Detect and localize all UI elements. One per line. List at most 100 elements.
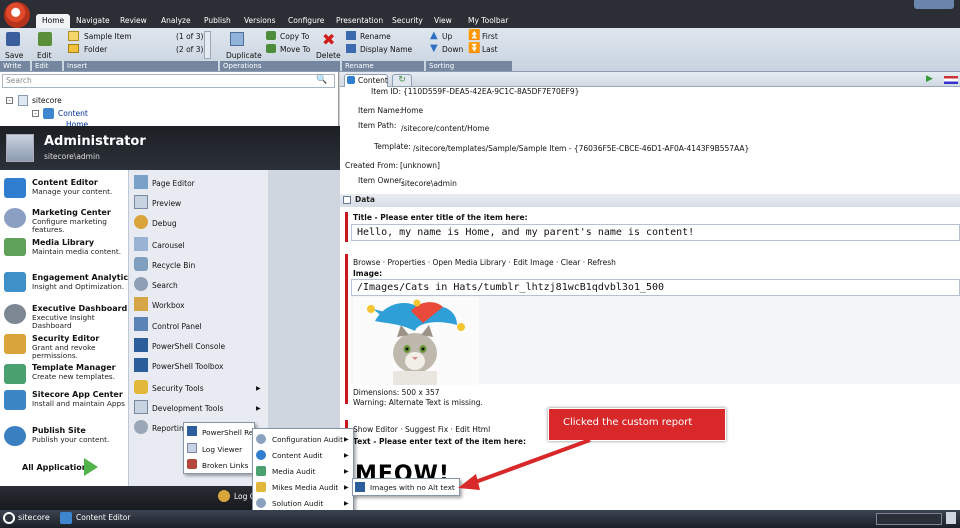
template-value[interactable]: /sitecore/templates/Sample/Sample Item -… [413, 144, 749, 153]
duplicate-button[interactable]: Duplicate [226, 51, 262, 60]
tab-my-toolbar[interactable]: My Toolbar [462, 14, 514, 28]
tree-node-sitecore[interactable]: sitecore [32, 96, 62, 105]
tab-navigate[interactable]: Navigate [70, 14, 116, 28]
preview-item[interactable]: Preview [152, 199, 181, 208]
content-tab-bar [340, 72, 960, 87]
display-name-button[interactable]: Display Name [360, 45, 412, 54]
insert-sample-item[interactable]: Sample Item [84, 32, 132, 41]
collapse-sitecore[interactable]: - [6, 97, 13, 104]
broken-links-item[interactable]: Broken Links [202, 461, 248, 470]
engagement-analytics-title[interactable]: Engagement Analytics [32, 273, 133, 282]
window-controls[interactable] [914, 0, 954, 9]
content-editor-title[interactable]: Content Editor [32, 178, 98, 187]
down-icon: ▼ [430, 43, 438, 54]
image-path-input[interactable]: /Images/Cats in Hats/tumblr_lhtzj81wcB1q… [351, 279, 960, 296]
search-input[interactable]: Search [2, 74, 335, 88]
powershell-console-item[interactable]: PowerShell Console [152, 342, 225, 351]
text-field-actions[interactable]: Show Editor · Suggest Fix · Edit Html [353, 425, 490, 434]
data-section-label: Data [355, 195, 375, 204]
control-panel-item[interactable]: Control Panel [152, 322, 202, 331]
go-icon[interactable]: ▶ [926, 74, 933, 84]
search-icon[interactable]: 🔍 [316, 75, 327, 85]
data-section-header[interactable] [340, 194, 960, 207]
start-logo-icon[interactable] [3, 512, 15, 524]
rename-icon [346, 31, 356, 40]
sort-up-button[interactable]: Up [442, 32, 452, 41]
sort-last-button[interactable]: Last [482, 45, 498, 54]
save-button[interactable]: Save [5, 51, 23, 60]
edit-icon [38, 32, 52, 46]
title-field-input[interactable]: Hello, my name is Home, and my parent's … [351, 224, 960, 241]
workbox-icon [134, 297, 148, 311]
display-name-icon [346, 44, 356, 53]
start-button[interactable]: sitecore [18, 513, 50, 522]
tab-publish[interactable]: Publish [198, 14, 237, 28]
content-editor-sub: Manage your content. [32, 187, 113, 196]
powershell-toolbox-item[interactable]: PowerShell Toolbox [152, 362, 223, 371]
debug-item[interactable]: Debug [152, 219, 177, 228]
delete-button[interactable]: Delete [316, 51, 341, 60]
image-field-actions[interactable]: Browse · Properties · Open Media Library… [353, 258, 616, 267]
tab-presentation[interactable]: Presentation [330, 14, 389, 28]
add-tab-icon[interactable]: ↻ [392, 74, 412, 87]
duplicate-icon [230, 32, 244, 46]
collapse-content[interactable]: - [32, 110, 39, 117]
show-desktop-icon[interactable] [946, 512, 956, 524]
search-item[interactable]: Search [152, 281, 178, 290]
move-to-button[interactable]: Move To [280, 45, 310, 54]
executive-dashboard-title[interactable]: Executive Dashboard [32, 304, 127, 313]
sort-first-button[interactable]: First [482, 32, 498, 41]
sitecore-node-icon [18, 95, 28, 106]
language-flag-icon[interactable] [944, 76, 958, 84]
rename-button[interactable]: Rename [360, 32, 391, 41]
images-no-alt-text-item[interactable]: Images with no Alt text [370, 483, 455, 492]
security-editor-icon [4, 334, 26, 354]
tab-configure[interactable]: Configure [282, 14, 330, 28]
security-tools-item[interactable]: Security Tools [152, 384, 204, 393]
content-editor-task[interactable]: Content Editor [76, 513, 130, 522]
media-library-title[interactable]: Media Library [32, 238, 94, 247]
template-manager-title[interactable]: Template Manager [32, 363, 116, 372]
app-center-title[interactable]: Sitecore App Center [32, 390, 123, 399]
tab-versions[interactable]: Versions [238, 14, 282, 28]
publish-site-title[interactable]: Publish Site [32, 426, 86, 435]
tab-analyze[interactable]: Analyze [155, 14, 197, 28]
content-audit-item[interactable]: Content Audit [272, 451, 322, 460]
insert-folder[interactable]: Folder [84, 45, 107, 54]
media-library-icon [4, 238, 26, 256]
page-editor-item[interactable]: Page Editor [152, 179, 195, 188]
mikes-media-audit-item[interactable]: Mikes Media Audit [272, 483, 338, 492]
workbox-item[interactable]: Workbox [152, 301, 185, 310]
insert-scroll[interactable] [204, 31, 211, 59]
reporting-icon [134, 420, 148, 434]
tree-node-content[interactable]: Content [58, 109, 88, 118]
content-tab-label: Content [358, 76, 388, 85]
tab-review[interactable]: Review [114, 14, 153, 28]
tab-security[interactable]: Security [386, 14, 429, 28]
sort-down-button[interactable]: Down [442, 45, 463, 54]
tab-view[interactable]: View [428, 14, 458, 28]
security-editor-title[interactable]: Security Editor [32, 334, 99, 343]
tab-home[interactable]: Home [36, 14, 71, 28]
preview-icon [134, 195, 148, 209]
folder-count: (2 of 3) [176, 45, 204, 54]
carousel-item[interactable]: Carousel [152, 241, 185, 250]
development-tools-item[interactable]: Development Tools [152, 404, 223, 413]
engagement-analytics-icon [4, 272, 26, 292]
recycle-bin-item[interactable]: Recycle Bin [152, 261, 195, 270]
all-applications-arrow-icon[interactable] [84, 458, 98, 476]
configuration-audit-item[interactable]: Configuration Audit [272, 435, 343, 444]
user-sub: sitecore\admin [44, 152, 100, 161]
all-applications[interactable]: All Applications [22, 463, 92, 472]
media-audit-item[interactable]: Media Audit [272, 467, 315, 476]
edit-button[interactable]: Edit [37, 51, 52, 60]
solution-audit-item[interactable]: Solution Audit [272, 499, 323, 508]
item-name-value: Home [401, 106, 424, 115]
powershell-reports-item[interactable]: PowerShell Re [202, 428, 253, 437]
copy-to-button[interactable]: Copy To [280, 32, 309, 41]
image-preview[interactable] [353, 297, 479, 385]
sitecore-logo-button[interactable] [4, 2, 30, 28]
group-operations: Operations [220, 61, 340, 71]
marketing-center-title[interactable]: Marketing Center [32, 208, 111, 217]
log-viewer-item[interactable]: Log Viewer [202, 445, 242, 454]
